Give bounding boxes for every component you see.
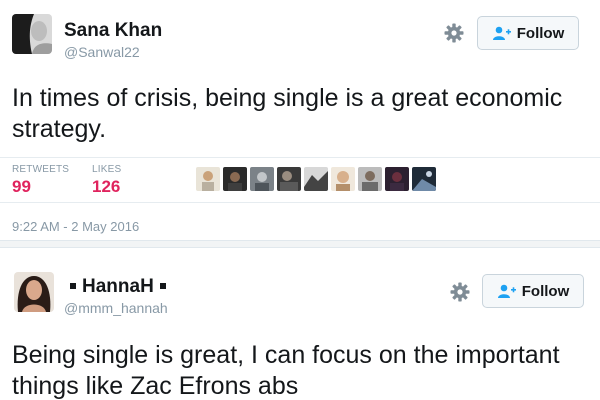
follow-button[interactable]: Follow xyxy=(477,16,579,50)
retweets-stat[interactable]: RETWEETS 99 xyxy=(12,164,69,197)
gear-icon[interactable] xyxy=(448,280,472,304)
liker-avatar[interactable] xyxy=(223,167,247,191)
display-name-text: HannaH xyxy=(82,276,154,297)
liker-avatars xyxy=(196,167,436,193)
liker-avatar[interactable] xyxy=(412,167,436,191)
tweet-divider xyxy=(0,240,600,248)
liker-avatar[interactable] xyxy=(277,167,301,191)
user-handle[interactable]: @Sanwal22 xyxy=(64,44,140,60)
likes-label: LIKES xyxy=(92,164,122,175)
follow-label: Follow xyxy=(521,282,570,300)
likes-stat[interactable]: LIKES 126 xyxy=(92,164,121,197)
square-emoji-icon xyxy=(159,282,166,289)
liker-avatar[interactable] xyxy=(385,167,409,191)
tweet-stats: RETWEETS 99 LIKES 126 xyxy=(0,157,600,203)
liker-avatar[interactable] xyxy=(304,167,328,191)
follow-button[interactable]: Follow xyxy=(482,274,584,308)
display-name[interactable]: Sana Khan xyxy=(64,20,162,42)
follow-person-plus-icon xyxy=(497,284,516,298)
avatar[interactable] xyxy=(14,272,54,312)
tweet-card: Sana Khan @Sanwal22 Follow In times of c… xyxy=(0,0,600,240)
likes-count: 126 xyxy=(92,177,121,196)
tweet-text: In times of crisis, being single is a gr… xyxy=(12,84,563,143)
follow-label: Follow xyxy=(516,24,565,42)
liker-avatar[interactable] xyxy=(196,167,220,191)
liker-avatar[interactable] xyxy=(250,167,274,191)
tweet-text: Being single is great, I can focus on th… xyxy=(12,341,560,400)
tweet-feed: Sana Khan @Sanwal22 Follow In times of c… xyxy=(0,0,600,400)
gear-icon[interactable] xyxy=(442,21,466,45)
retweets-label: RETWEETS xyxy=(12,164,70,175)
tweet-timestamp[interactable]: 9:22 AM - 2 May 2016 xyxy=(12,219,139,234)
liker-avatar[interactable] xyxy=(358,167,382,191)
display-name[interactable]: HannaH xyxy=(64,276,172,298)
square-emoji-icon xyxy=(70,282,76,289)
liker-avatar[interactable] xyxy=(331,167,355,191)
avatar[interactable] xyxy=(12,14,52,54)
follow-person-plus-icon xyxy=(492,26,511,40)
retweets-count: 99 xyxy=(12,177,31,196)
user-handle[interactable]: @mmm_hannah xyxy=(64,300,168,316)
tweet-card: HannaH @mmm_hannah Follow Being single i… xyxy=(0,248,600,400)
